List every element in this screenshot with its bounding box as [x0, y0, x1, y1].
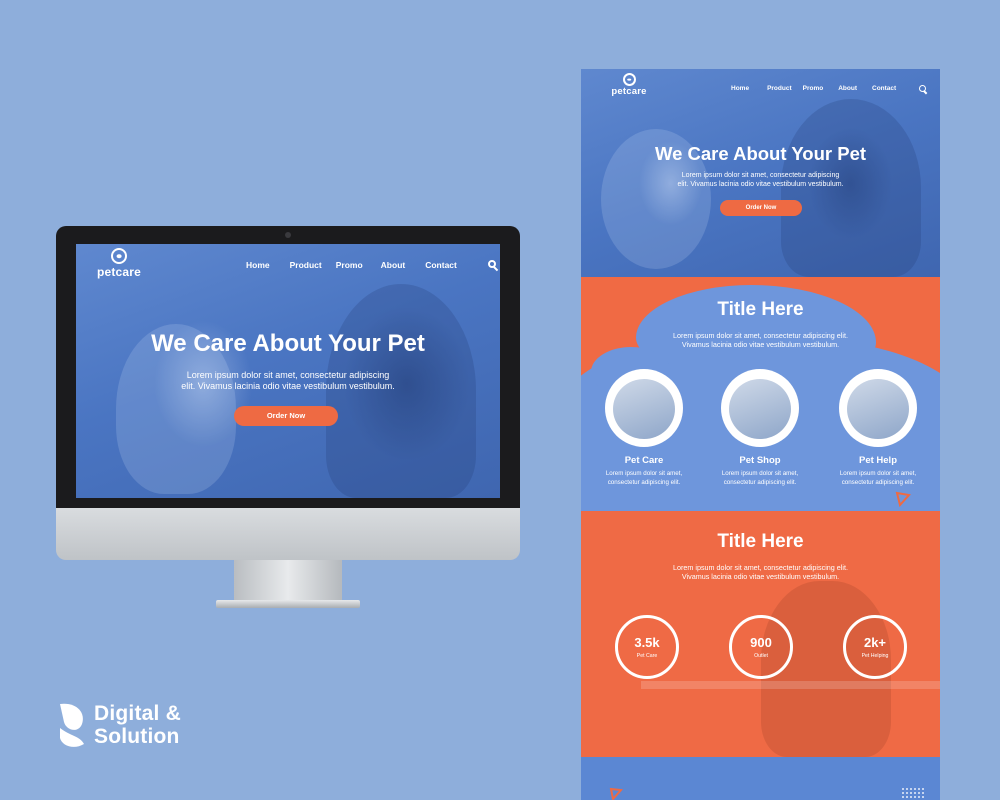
paw-icon: [111, 248, 127, 264]
camera-dot: [285, 232, 291, 238]
stats-section: Title Here Lorem ipsum dolor sit amet, c…: [581, 511, 940, 757]
dot-grid-decoration: [901, 787, 925, 799]
stat-value: 3.5k: [634, 635, 660, 650]
service-desc-line1: Lorem ipsum dolor sit amet,: [721, 470, 799, 477]
stat-value: 2k+: [863, 635, 887, 650]
triangle-decoration-icon: [895, 491, 911, 507]
stat-value: 900: [750, 635, 772, 650]
stat-pet-care: 3.5k Pet Care: [615, 615, 679, 679]
hero-title: We Care About Your Pet: [654, 143, 867, 164]
service-name: Pet Care: [624, 455, 664, 466]
order-now-button[interactable]: Order Now: [234, 406, 338, 426]
service-photo: [839, 369, 917, 447]
stat-label: Pet Helping: [861, 653, 889, 659]
service-desc-line2: consectetur adipiscing elit.: [841, 478, 915, 486]
full-page-mockup: petcare Home Product Promo About Contact…: [581, 69, 940, 800]
service-card-pet-shop[interactable]: Pet Shop Lorem ipsum dolor sit amet, con…: [715, 369, 805, 487]
desktop-screen: petcare Home Product Promo About Contact…: [76, 244, 500, 498]
desktop-nav: Home Product Promo About Contact: [246, 260, 457, 270]
stats-subtitle-line2: Vivamus lacinia odio vitae vestibulum ve…: [681, 572, 840, 581]
order-now-button[interactable]: Order Now: [720, 200, 802, 216]
stat-pet-helping: 2k+ Pet Helping: [843, 615, 907, 679]
service-name: Pet Shop: [739, 455, 781, 466]
logo-text: petcare: [611, 86, 647, 97]
nav-promo[interactable]: Promo: [803, 85, 824, 92]
nav-home[interactable]: Home: [731, 85, 749, 92]
brand-text-line1: Digital &: [94, 702, 181, 725]
nav-about[interactable]: About: [381, 260, 406, 270]
hero-subtitle-line2: elit. Vivamus lacinia odio vitae vestibu…: [677, 181, 844, 188]
monitor-stand: [234, 560, 342, 604]
nav-promo[interactable]: Promo: [336, 260, 363, 270]
service-photo: [721, 369, 799, 447]
hero-title: We Care About Your Pet: [151, 330, 425, 357]
photo-person-shape: [326, 284, 476, 498]
nav-contact[interactable]: Contact: [872, 85, 896, 92]
services-title: Title Here: [717, 299, 804, 320]
service-desc-line2: consectetur adipiscing elit.: [607, 478, 681, 486]
stat-label: Pet Care: [636, 653, 658, 659]
nav-about[interactable]: About: [838, 85, 857, 92]
site-logo[interactable]: petcare: [94, 248, 144, 279]
service-desc-line1: Lorem ipsum dolor sit amet,: [605, 470, 683, 477]
hero-subtitle-line1: Lorem ipsum dolor sit amet, consectetur …: [681, 172, 840, 179]
nav-product[interactable]: Product: [290, 260, 322, 270]
brand-mark-icon: [60, 703, 84, 747]
monitor-base: [216, 600, 360, 608]
nav-home[interactable]: Home: [246, 260, 270, 270]
service-card-pet-care[interactable]: Pet Care Lorem ipsum dolor sit amet, con…: [599, 369, 689, 487]
stats-title: Title Here: [717, 531, 804, 552]
site-logo[interactable]: petcare: [607, 73, 651, 97]
services-section: Title Here Lorem ipsum dolor sit amet, c…: [581, 277, 940, 511]
nav-contact[interactable]: Contact: [425, 260, 457, 270]
photo-person-shape: [781, 99, 921, 277]
page-nav: Home Product Promo About Contact: [731, 85, 896, 92]
monitor-chin: [56, 508, 520, 560]
monitor-bezel: petcare Home Product Promo About Contact…: [56, 226, 520, 508]
photo-table-shape: [641, 681, 940, 689]
footer-strip: [581, 757, 940, 800]
triangle-decoration-icon: [609, 787, 623, 800]
service-photo: [605, 369, 683, 447]
page-hero: petcare Home Product Promo About Contact…: [581, 69, 940, 277]
logo-text: petcare: [96, 265, 142, 279]
service-card-pet-help[interactable]: Pet Help Lorem ipsum dolor sit amet, con…: [833, 369, 923, 487]
nav-product[interactable]: Product: [767, 85, 792, 92]
services-subtitle-line2: Vivamus lacinia odio vitae vestibulum ve…: [681, 340, 840, 349]
stat-label: Outlet: [754, 653, 768, 659]
service-name: Pet Help: [858, 455, 897, 466]
paw-icon: [622, 73, 636, 86]
service-desc-line2: consectetur adipiscing elit.: [723, 478, 797, 486]
search-icon[interactable]: [919, 85, 929, 95]
search-icon[interactable]: [488, 260, 500, 272]
stat-outlet: 900 Outlet: [729, 615, 793, 679]
hero-subtitle-line1: Lorem ipsum dolor sit amet, consectetur …: [186, 370, 390, 380]
brand-text-line2: Solution: [94, 725, 180, 748]
hero-subtitle-line2: elit. Vivamus lacinia odio vitae vestibu…: [181, 381, 395, 391]
service-desc-line1: Lorem ipsum dolor sit amet,: [839, 470, 917, 477]
